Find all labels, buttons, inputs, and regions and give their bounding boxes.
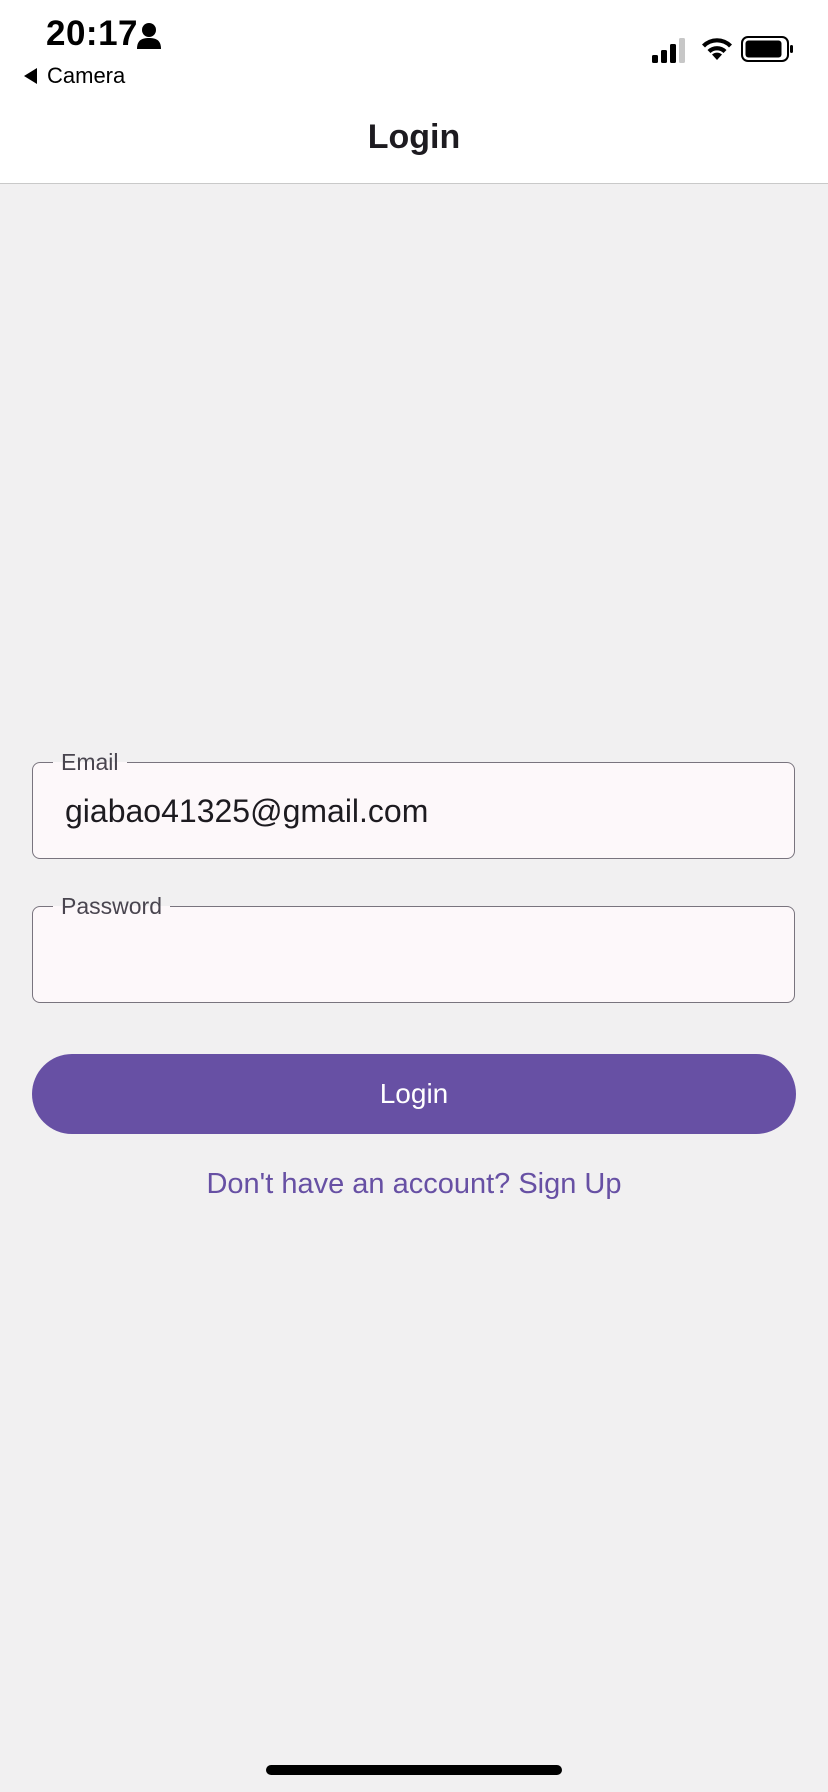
page-title: Login xyxy=(367,117,461,156)
status-time: 20:17 xyxy=(46,14,139,53)
password-field[interactable]: Password xyxy=(32,893,795,1003)
signup-link[interactable]: Don't have an account? Sign Up xyxy=(0,1168,828,1201)
wifi-icon xyxy=(702,38,732,60)
app-bar: Login xyxy=(0,95,828,184)
signal-icon xyxy=(652,38,685,63)
back-arrow-icon xyxy=(24,68,37,84)
home-indicator[interactable] xyxy=(266,1765,562,1775)
email-label: Email xyxy=(53,749,127,775)
person-icon xyxy=(137,23,161,49)
email-field[interactable]: Email giabao41325@gmail.com xyxy=(32,749,795,859)
back-app-label: Camera xyxy=(47,63,126,88)
back-to-app-button[interactable]: Camera xyxy=(24,63,125,89)
login-button[interactable]: Login xyxy=(32,1054,796,1134)
email-value: giabao41325@gmail.com xyxy=(65,793,429,829)
battery-icon xyxy=(741,36,793,62)
password-label: Password xyxy=(53,893,170,919)
status-bar: 20:17 Camera xyxy=(0,0,828,95)
